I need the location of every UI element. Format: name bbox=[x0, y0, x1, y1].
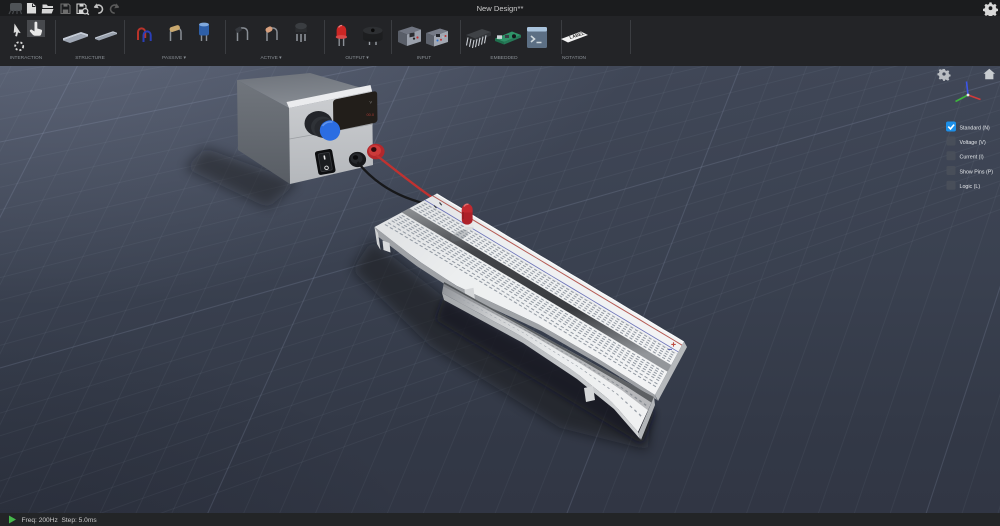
svg-text:Logic (L): Logic (L) bbox=[960, 184, 981, 190]
svg-text:Show Pins (P): Show Pins (P) bbox=[960, 169, 994, 175]
svg-text:Freq: 200Hz Step: 5.0ms: Freq: 200Hz Step: 5.0ms bbox=[22, 517, 98, 524]
svg-text:OUTPUT ▾: OUTPUT ▾ bbox=[345, 55, 369, 61]
svg-text:New Design**: New Design** bbox=[477, 4, 524, 13]
svg-text:STRUCTURE: STRUCTURE bbox=[75, 55, 105, 61]
svg-text:ACTIVE ▾: ACTIVE ▾ bbox=[260, 55, 282, 61]
svg-text:PASSIVE ▾: PASSIVE ▾ bbox=[162, 55, 187, 61]
svg-text:Standard (N): Standard (N) bbox=[960, 125, 991, 131]
svg-text:Current (I): Current (I) bbox=[960, 155, 984, 161]
svg-text:NOTATION: NOTATION bbox=[562, 55, 587, 61]
svg-text:INPUT: INPUT bbox=[417, 55, 431, 61]
svg-text:Voltage (V): Voltage (V) bbox=[960, 140, 986, 146]
svg-text:INTERACTION: INTERACTION bbox=[10, 55, 43, 61]
svg-text:EMBEDDED: EMBEDDED bbox=[490, 55, 518, 61]
